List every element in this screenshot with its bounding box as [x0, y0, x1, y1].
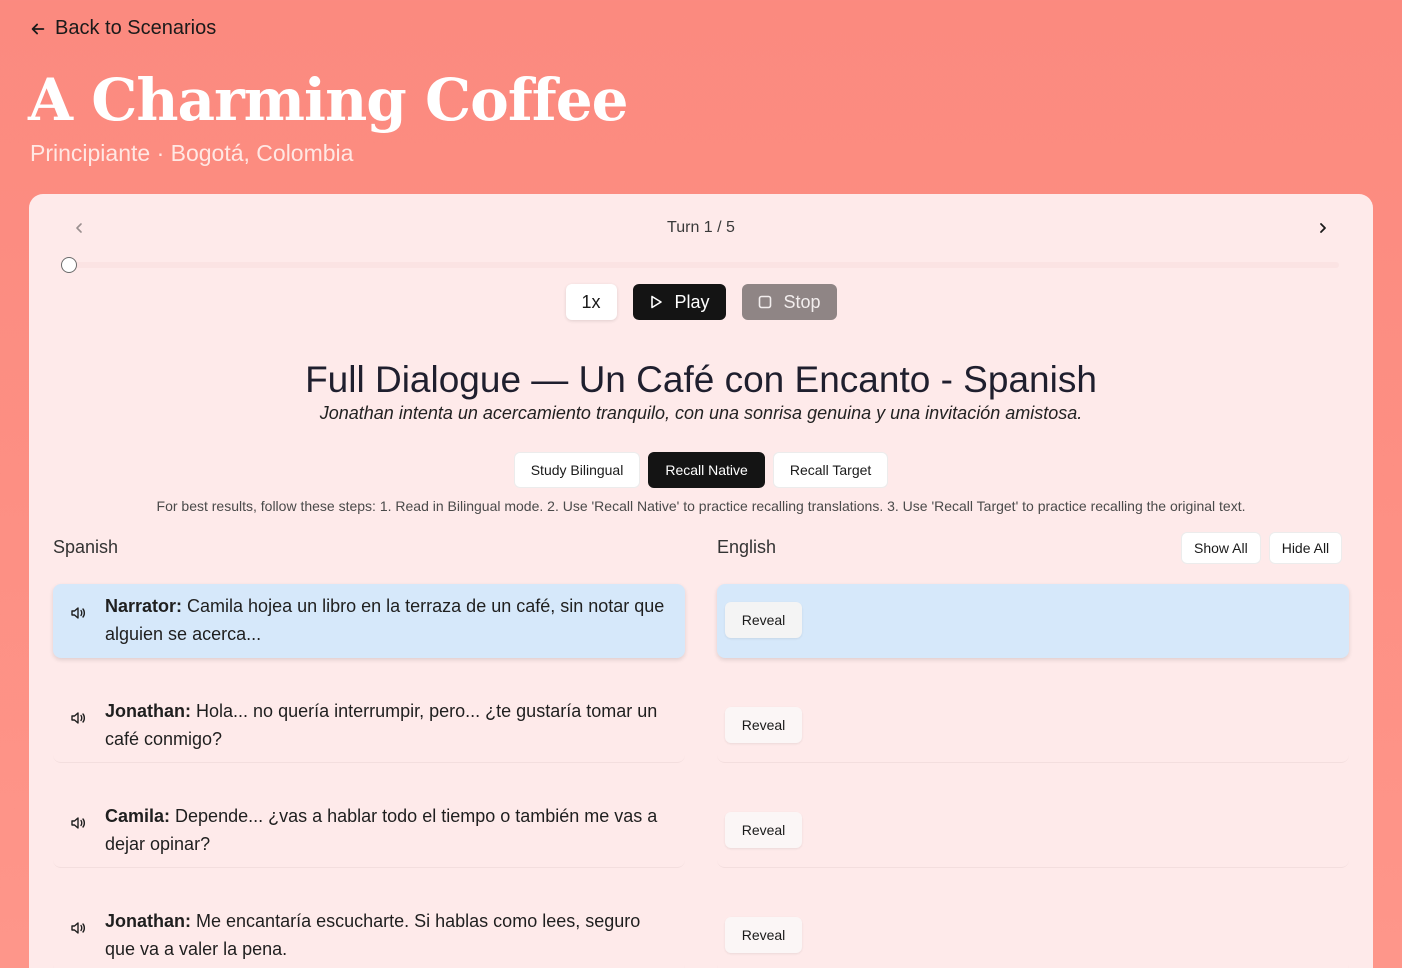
turn-navigation: Turn 1 / 5: [29, 194, 1373, 264]
line-content: Depende... ¿vas a hablar todo el tiempo …: [105, 806, 658, 854]
speaker-icon[interactable]: [69, 604, 87, 622]
stop-button[interactable]: Stop: [741, 284, 837, 320]
line-text: Narrator: Camila hojea un libro en la te…: [105, 592, 675, 648]
speaker-name: Narrator:: [105, 596, 183, 616]
speaker-name: Jonathan:: [105, 701, 192, 721]
study-bilingual-button[interactable]: Study Bilingual: [513, 452, 641, 488]
study-mode-tabs: Study Bilingual Recall Native Recall Tar…: [29, 452, 1373, 488]
dialogue-title: Full Dialogue — Un Café con Encanto - Sp…: [305, 359, 1097, 400]
next-turn-button[interactable]: [1311, 216, 1335, 240]
turn-slider-track[interactable]: [69, 262, 1339, 268]
instructions-text: For best results, follow these steps: 1.…: [156, 498, 1246, 514]
play-label: Play: [674, 291, 710, 312]
line-text: Jonathan: Me encantaría escucharte. Si h…: [105, 907, 675, 963]
show-hide-controls: Show All Hide All: [1181, 532, 1343, 564]
reveal-button[interactable]: Reveal: [725, 917, 802, 953]
target-line-cell: Reveal: [717, 794, 1349, 868]
native-line-cell: Jonathan: Hola... no quería interrumpir,…: [53, 689, 685, 763]
stop-label: Stop: [783, 291, 821, 312]
turn-slider-thumb[interactable]: [61, 257, 77, 273]
native-line-cell: Camila: Depende... ¿vas a hablar todo el…: [53, 794, 685, 868]
dialogue-description: Jonathan intenta un acercamiento tranqui…: [319, 403, 1083, 423]
arrow-left-icon: [31, 23, 45, 34]
reveal-button[interactable]: Reveal: [725, 602, 802, 638]
chevron-right-icon: [1320, 223, 1326, 233]
dialogue-row: Camila: Depende... ¿vas a hablar todo el…: [53, 794, 1349, 868]
back-link-label: Back to Scenarios: [55, 17, 217, 39]
scenario-subtitle: Principiante · Bogotá, Colombia: [30, 140, 354, 166]
reveal-button[interactable]: Reveal: [725, 707, 802, 743]
target-line-cell: Reveal: [717, 899, 1349, 968]
show-all-button[interactable]: Show All: [1181, 532, 1261, 564]
speaker-icon[interactable]: [69, 919, 87, 937]
dialogue-row: Narrator: Camila hojea un libro en la te…: [53, 584, 1349, 658]
speaker-name: Camila:: [105, 806, 171, 826]
native-line-cell: Narrator: Camila hojea un libro en la te…: [53, 584, 685, 658]
target-column-header: English: [717, 537, 777, 557]
target-line-cell: Reveal: [717, 584, 1349, 658]
line-content: Camila hojea un libro en la terraza de u…: [105, 596, 665, 644]
speed-label: 1x: [581, 291, 601, 312]
speaker-name: Jonathan:: [105, 911, 192, 931]
native-column-header: Spanish: [53, 537, 119, 557]
recall-target-button[interactable]: Recall Target: [772, 452, 889, 488]
speed-button[interactable]: 1x: [565, 284, 617, 320]
dialogue-row: Jonathan: Me encantaría escucharte. Si h…: [53, 899, 1349, 968]
recall-native-button[interactable]: Recall Native: [648, 452, 765, 488]
speaker-icon[interactable]: [69, 814, 87, 832]
play-icon: [651, 295, 663, 309]
dialogue-card: Turn 1 / 5 1x Play Stop Full Dialogue — …: [29, 194, 1373, 968]
scenario-title: A Charming Coffee: [28, 66, 629, 134]
playback-controls: 1x Play Stop: [29, 284, 1373, 320]
line-text: Camila: Depende... ¿vas a hablar todo el…: [105, 802, 675, 858]
dialogue-row: Jonathan: Hola... no quería interrumpir,…: [53, 689, 1349, 763]
back-to-scenarios-link[interactable]: Back to Scenarios: [29, 17, 216, 40]
turn-counter: Turn 1 / 5: [667, 219, 735, 236]
hide-all-button[interactable]: Hide All: [1268, 532, 1343, 564]
stop-icon: [759, 295, 772, 309]
line-text: Jonathan: Hola... no quería interrumpir,…: [105, 697, 675, 753]
reveal-button[interactable]: Reveal: [725, 812, 802, 848]
native-line-cell: Jonathan: Me encantaría escucharte. Si h…: [53, 899, 685, 968]
target-line-cell: Reveal: [717, 689, 1349, 763]
play-button[interactable]: Play: [632, 284, 726, 320]
speaker-icon[interactable]: [69, 709, 87, 727]
